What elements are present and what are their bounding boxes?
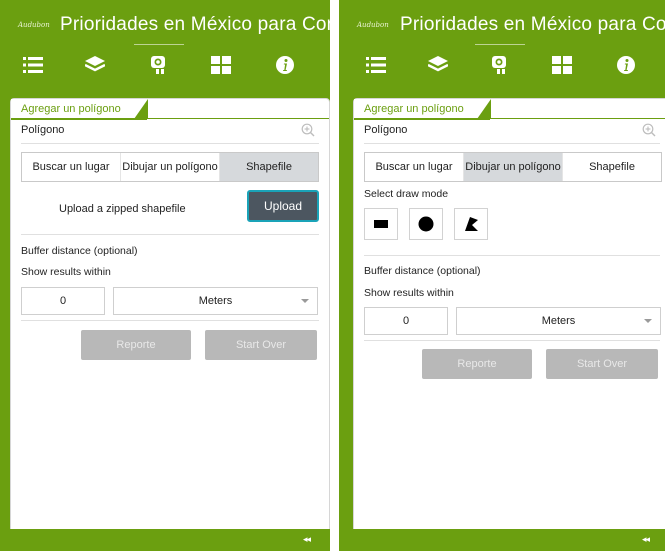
collapse-panel-button[interactable]: ◂◂ bbox=[642, 534, 650, 545]
circle-icon bbox=[418, 216, 434, 232]
tab-search-place[interactable]: Buscar un lugar bbox=[22, 153, 121, 181]
app-title: Prioridades en México para Cons bbox=[60, 14, 330, 35]
tab-shapefile[interactable]: Shapefile bbox=[563, 153, 661, 181]
unit-select[interactable]: Meters bbox=[113, 287, 318, 315]
toolbar bbox=[0, 44, 330, 86]
panel-footer: ◂◂ bbox=[339, 529, 665, 551]
info-icon[interactable] bbox=[611, 50, 641, 80]
analysis-search-icon[interactable] bbox=[134, 44, 184, 80]
tab-shapefile[interactable]: Shapefile bbox=[220, 153, 318, 181]
chevron-down-icon bbox=[301, 299, 309, 303]
tab-underline bbox=[11, 118, 329, 119]
toolbar-strip bbox=[0, 86, 330, 98]
report-button[interactable]: Reporte bbox=[81, 330, 191, 360]
collapse-panel-button[interactable]: ◂◂ bbox=[303, 534, 311, 545]
basemap-grid-icon[interactable] bbox=[547, 50, 577, 80]
info-icon[interactable] bbox=[270, 50, 300, 80]
buffer-distance-label: Buffer distance (optional) bbox=[21, 245, 138, 257]
section-title: Polígono bbox=[364, 124, 408, 136]
polygon-mode-tabs: Buscar un lugar Dibujar un polígono Shap… bbox=[21, 152, 319, 182]
report-button[interactable]: Reporte bbox=[422, 349, 532, 379]
analysis-content: Agregar un polígono Polígono Buscar un l… bbox=[10, 98, 330, 531]
unit-select[interactable]: Meters bbox=[456, 307, 661, 335]
toolbar bbox=[339, 44, 665, 86]
freehand-polygon-icon bbox=[465, 217, 478, 231]
legend-list-icon[interactable] bbox=[361, 50, 391, 80]
rectangle-icon bbox=[374, 220, 388, 228]
show-results-label: Show results within bbox=[21, 266, 111, 278]
start-over-button[interactable]: Start Over bbox=[546, 349, 658, 379]
layers-icon[interactable] bbox=[423, 50, 453, 80]
unit-select-value: Meters bbox=[541, 315, 576, 327]
upload-instructions: Upload a zipped shapefile bbox=[59, 203, 186, 215]
divider bbox=[21, 320, 319, 321]
app-title: Prioridades en México para Cons bbox=[400, 14, 665, 35]
audubon-logo: Audubon bbox=[357, 21, 389, 29]
polygon-mode-tabs: Buscar un lugar Dibujar un polígono Shap… bbox=[364, 152, 662, 182]
draw-mode-label: Select draw mode bbox=[364, 188, 449, 200]
draw-circle-button[interactable] bbox=[409, 208, 443, 240]
audubon-logo: Audubon bbox=[18, 21, 50, 29]
tab-add-polygon[interactable]: Agregar un polígono bbox=[354, 99, 491, 120]
zoom-in-icon[interactable] bbox=[301, 123, 315, 137]
divider bbox=[364, 143, 660, 144]
divider bbox=[21, 143, 319, 144]
widget-panel-shapefile: Audubon Prioridades en México para Cons bbox=[0, 0, 330, 551]
start-over-button[interactable]: Start Over bbox=[205, 330, 317, 360]
buffer-distance-input[interactable]: 0 bbox=[21, 287, 105, 315]
buffer-distance-label: Buffer distance (optional) bbox=[364, 265, 481, 277]
panel-footer: ◂◂ bbox=[0, 529, 330, 551]
legend-list-icon[interactable] bbox=[18, 50, 48, 80]
draw-rectangle-button[interactable] bbox=[364, 208, 398, 240]
draw-freehand-button[interactable] bbox=[454, 208, 488, 240]
widget-panel-draw: Audubon Prioridades en México para Cons bbox=[339, 0, 665, 551]
layers-icon[interactable] bbox=[80, 50, 110, 80]
app-header: Audubon Prioridades en México para Cons bbox=[339, 0, 665, 44]
tab-search-place[interactable]: Buscar un lugar bbox=[365, 153, 464, 181]
divider bbox=[364, 255, 660, 256]
analysis-content: Agregar un polígono Polígono Buscar un l… bbox=[353, 98, 665, 531]
chevron-down-icon bbox=[644, 319, 652, 323]
section-title: Polígono bbox=[21, 124, 65, 136]
basemap-grid-icon[interactable] bbox=[206, 50, 236, 80]
analysis-search-icon[interactable] bbox=[475, 44, 525, 80]
show-results-label: Show results within bbox=[364, 287, 454, 299]
upload-button[interactable]: Upload bbox=[247, 190, 319, 222]
unit-select-value: Meters bbox=[198, 295, 233, 307]
app-header: Audubon Prioridades en México para Cons bbox=[0, 0, 330, 44]
toolbar-strip bbox=[339, 86, 665, 98]
tab-add-polygon[interactable]: Agregar un polígono bbox=[11, 99, 148, 120]
tab-draw-polygon[interactable]: Dibujar un polígono bbox=[121, 153, 220, 181]
divider bbox=[364, 340, 660, 341]
draw-mode-tools bbox=[364, 208, 488, 240]
tab-draw-polygon[interactable]: Dibujar un polígono bbox=[464, 153, 563, 181]
divider bbox=[21, 234, 319, 235]
buffer-distance-input[interactable]: 0 bbox=[364, 307, 448, 335]
zoom-in-icon[interactable] bbox=[642, 123, 656, 137]
tab-underline bbox=[354, 118, 665, 119]
